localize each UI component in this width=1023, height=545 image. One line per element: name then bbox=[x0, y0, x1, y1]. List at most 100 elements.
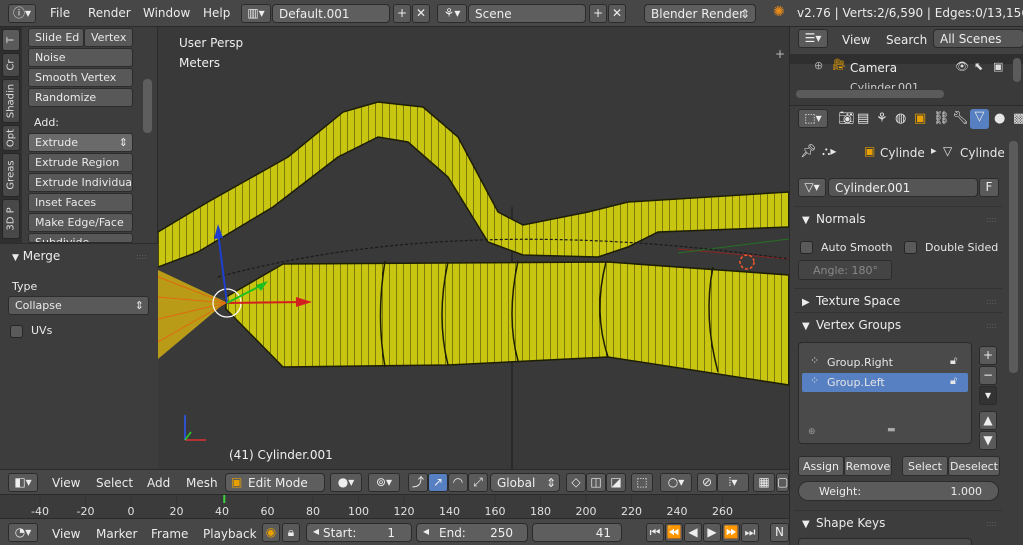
double-sided-checkbox[interactable] bbox=[904, 240, 917, 254]
editor-type-icon[interactable]: ◧▾ bbox=[8, 473, 38, 492]
record-keyframes-icon[interactable]: ◉ bbox=[262, 523, 280, 542]
outliner-item-camera[interactable]: Camera bbox=[850, 61, 897, 75]
info-editor-icon[interactable]: ⓘ▾ bbox=[8, 4, 36, 23]
lock-icon[interactable]: 🔓︎ bbox=[950, 374, 957, 388]
play-reverse-icon[interactable]: ◀ bbox=[684, 523, 702, 542]
menu-file[interactable]: File bbox=[50, 6, 70, 20]
face-select-icon[interactable]: ◪ bbox=[606, 473, 626, 492]
pin-icon[interactable]: 📌︎ bbox=[800, 144, 817, 159]
lock-icon[interactable]: 🔓︎ bbox=[950, 354, 957, 368]
menu-add[interactable]: Add bbox=[147, 476, 170, 490]
manipulator-toggle-icon[interactable]: ⤴ bbox=[408, 473, 428, 492]
noise-button[interactable]: Noise bbox=[28, 48, 133, 67]
scale-manipulator-icon[interactable]: ⤢ bbox=[468, 473, 488, 492]
auto-smooth-checkbox[interactable] bbox=[800, 240, 813, 254]
render-preview-icon[interactable]: ▦ bbox=[753, 473, 775, 492]
tab-create[interactable]: Cr bbox=[2, 53, 20, 77]
menu-window[interactable]: Window bbox=[143, 6, 190, 20]
list-item[interactable] bbox=[790, 54, 1023, 64]
outliner-item-cylinder[interactable]: Cylinder.001 bbox=[850, 81, 919, 89]
move-down-icon[interactable]: ▼ bbox=[979, 431, 997, 450]
menu-select[interactable]: Select bbox=[96, 476, 133, 490]
current-frame-field[interactable]: 41 bbox=[532, 523, 622, 542]
tab-3d-printing[interactable]: 3D P bbox=[2, 199, 20, 239]
fake-user-button[interactable]: F bbox=[979, 178, 999, 197]
panel-grip-icon[interactable]: :::: bbox=[986, 321, 997, 330]
panel-grip-icon[interactable]: :::: bbox=[986, 215, 997, 224]
tab-tools[interactable]: T bbox=[2, 29, 20, 51]
jump-start-icon[interactable]: ⏮ bbox=[646, 523, 664, 542]
transform-orientation-dropdown[interactable]: Global ⇕ bbox=[490, 473, 560, 492]
tab-shading[interactable]: Shadin bbox=[2, 79, 20, 123]
vertex-group-specials-icon[interactable]: ▾ bbox=[979, 386, 997, 405]
remove-button[interactable]: Remove bbox=[844, 456, 892, 476]
extrude-dropdown[interactable]: Extrude ⇕ bbox=[28, 133, 133, 152]
world-tab-icon[interactable]: ◍ bbox=[895, 111, 906, 126]
add-scene-icon[interactable]: + bbox=[589, 4, 607, 23]
outliner-hscrollbar[interactable] bbox=[796, 90, 944, 98]
selectable-cursor-icon[interactable]: ⬉ bbox=[974, 60, 983, 73]
shape-keys-panel-header[interactable]: ▼ Shape Keys :::: bbox=[794, 510, 1002, 532]
toolshelf-scrollbar[interactable] bbox=[143, 79, 152, 133]
jump-prev-keyframe-icon[interactable]: ⏪ bbox=[665, 523, 683, 542]
material-tab-icon[interactable]: ● bbox=[994, 111, 1005, 126]
translate-manipulator-icon[interactable]: ↗ bbox=[428, 473, 448, 492]
tab-grease-pencil[interactable]: Greas bbox=[2, 153, 20, 197]
render-tab-icon[interactable]: 📷︎ bbox=[838, 111, 855, 126]
resize-icon[interactable]: ⊕ bbox=[808, 427, 816, 437]
texture-tab-icon[interactable]: ▩ bbox=[1013, 111, 1023, 126]
add-vertex-group-icon[interactable]: + bbox=[979, 346, 997, 365]
vertex-select-icon[interactable]: ◇ bbox=[566, 473, 586, 492]
remove-vertex-group-icon[interactable]: − bbox=[979, 366, 997, 385]
menu-mesh[interactable]: Mesh bbox=[186, 476, 218, 490]
properties-editor-icon[interactable]: ⬚▾ bbox=[798, 109, 828, 128]
slide-edge-button[interactable]: Slide Ed bbox=[28, 28, 84, 47]
rotate-manipulator-icon[interactable]: ◠ bbox=[448, 473, 468, 492]
start-frame-field[interactable]: ◂ Start: 1 bbox=[306, 523, 412, 542]
edge-select-icon[interactable]: ◫ bbox=[586, 473, 606, 492]
renderable-camera-icon[interactable]: ▣ bbox=[993, 60, 1003, 73]
vertex-groups-panel-header[interactable]: ▼ Vertex Groups :::: bbox=[794, 312, 1002, 334]
modifiers-tab-icon[interactable]: 🔧︎ bbox=[952, 111, 969, 126]
mode-dropdown[interactable]: ▣ Edit Mode bbox=[225, 473, 325, 492]
viewport-shading-icon[interactable]: ●▾ bbox=[330, 473, 362, 492]
expand-icon[interactable]: ⊕ bbox=[814, 59, 823, 72]
mesh-name-field[interactable]: Cylinder.001 bbox=[828, 178, 978, 197]
outliner-filter-dropdown[interactable]: All Scenes bbox=[933, 29, 1023, 48]
list-grip-icon[interactable]: ▬ bbox=[887, 425, 896, 435]
inset-faces-button[interactable]: Inset Faces bbox=[28, 193, 133, 212]
panel-grip-icon[interactable]: :::: bbox=[986, 297, 997, 306]
outliner-vscrollbar[interactable] bbox=[1013, 58, 1021, 82]
texture-space-panel-header[interactable]: ▶ Texture Space :::: bbox=[794, 288, 1002, 310]
mesh-browse-icon[interactable]: ▽▾ bbox=[798, 178, 826, 197]
scene-tab-icon[interactable]: ⚘ bbox=[876, 111, 888, 126]
properties-scrollbar[interactable] bbox=[1009, 141, 1018, 373]
timeline-menu-frame[interactable]: Frame bbox=[151, 527, 188, 541]
uvs-checkbox[interactable] bbox=[10, 324, 23, 338]
lock-icon[interactable]: 🔒︎ bbox=[282, 523, 300, 542]
subdivide-button[interactable]: Subdivide bbox=[28, 233, 133, 243]
select-button[interactable]: Select bbox=[902, 456, 948, 476]
pivot-point-icon[interactable]: ⊚▾ bbox=[368, 473, 400, 492]
render-layers-tab-icon[interactable]: ▤ bbox=[857, 111, 869, 126]
list-item[interactable]: ⁘ Group.Right 🔓︎ bbox=[802, 353, 968, 372]
merge-panel-title[interactable]: ▼ Merge bbox=[12, 249, 60, 263]
timeline-menu-view[interactable]: View bbox=[52, 527, 80, 541]
end-frame-field[interactable]: ◂ End: 250 bbox=[416, 523, 528, 542]
make-edge-face-button[interactable]: Make Edge/Face bbox=[28, 213, 133, 232]
outliner-menu-search[interactable]: Search bbox=[886, 33, 927, 47]
layout-name-field[interactable]: Default.001 bbox=[272, 4, 390, 23]
more-icon[interactable]: ▢ bbox=[776, 473, 789, 492]
merge-type-dropdown[interactable]: Collapse ⇕ bbox=[8, 296, 149, 315]
render-engine-dropdown[interactable]: Blender Render ⇕ bbox=[644, 4, 756, 23]
tab-options[interactable]: Opt bbox=[2, 125, 20, 151]
extrude-region-button[interactable]: Extrude Region bbox=[28, 153, 133, 172]
play-icon[interactable]: ▶ bbox=[703, 523, 721, 542]
remove-scene-icon[interactable]: ✕ bbox=[608, 4, 626, 23]
smooth-vertex-button[interactable]: Smooth Vertex bbox=[28, 68, 133, 87]
snap-element-icon[interactable]: ⦙▾ bbox=[717, 473, 749, 492]
panel-grip-icon[interactable]: :::: bbox=[986, 519, 997, 528]
timeline-ruler[interactable]: -40 -20 0 20 40 60 80 100 120 140 160 180 200 220 240 2… bbox=[0, 494, 789, 519]
viewport-scene[interactable]: + bbox=[158, 27, 789, 469]
constraints-tab-icon[interactable]: ⛓ bbox=[933, 111, 950, 126]
